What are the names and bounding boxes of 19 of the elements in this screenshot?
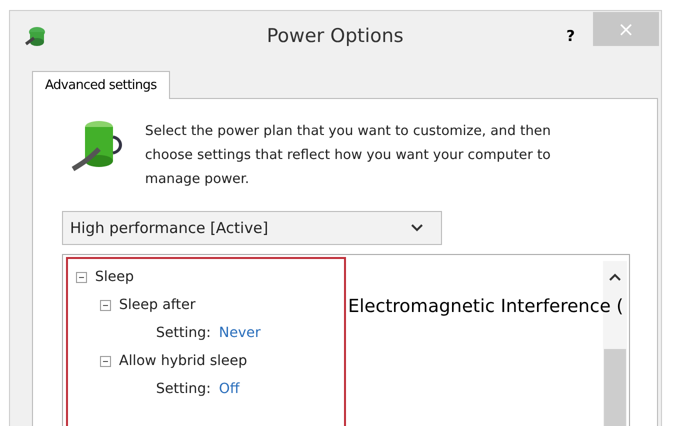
tab[interactable]: Advanced settings [32, 71, 170, 99]
tree-item[interactable]: Allow hybrid sleep [119, 353, 248, 369]
window-title: Power Options [266, 25, 405, 47]
setting-value-link[interactable]: Never [218, 325, 261, 341]
collapse-icon[interactable] [100, 356, 111, 366]
collapse-icon[interactable] [100, 300, 111, 310]
tree-item[interactable]: Sleep after [119, 297, 196, 313]
tree-item[interactable]: Sleep [95, 269, 134, 285]
description-text: Select the power plan that you want to customize, and then choose settings that reflect how you want your computer to manage power. [145, 122, 552, 189]
power-plan-dropdown[interactable]: High performance [Active] [62, 211, 442, 245]
scrollbar-thumb[interactable] [604, 349, 626, 426]
setting-label: Setting: [156, 325, 211, 341]
collapse-icon[interactable] [76, 272, 87, 282]
chevron-down-icon [411, 224, 423, 232]
setting-value-link[interactable]: Off [218, 381, 240, 397]
overlay-caption: Electromagnetic Interference ( [348, 296, 624, 317]
chevron-up-icon[interactable] [609, 273, 621, 281]
help-button[interactable]: ? [560, 26, 581, 46]
setting-label: Setting: [156, 381, 211, 397]
